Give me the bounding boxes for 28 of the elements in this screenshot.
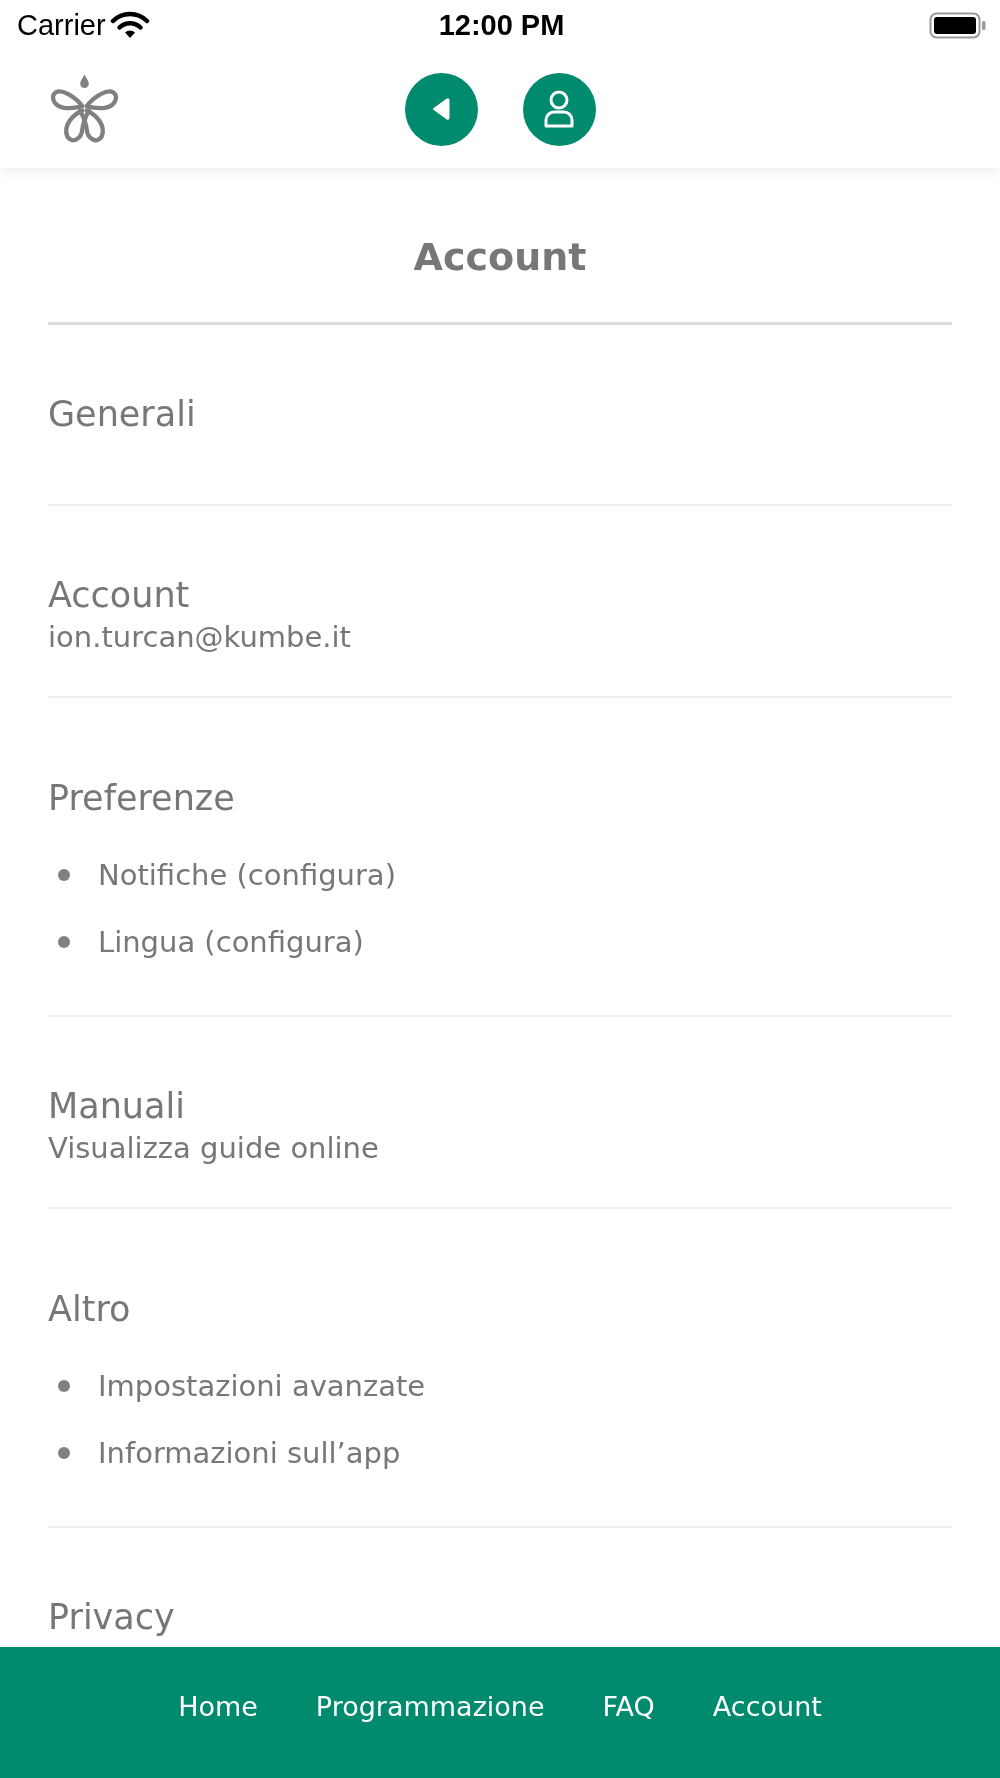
settings-link[interactable]: Lingua (configura) xyxy=(98,923,364,961)
nav-link[interactable]: FAQ xyxy=(602,1688,655,1726)
section-title: Privacy xyxy=(48,1596,176,1638)
bullet-icon xyxy=(58,1380,70,1392)
section-subtitle: ion.turcan@kumbe.it xyxy=(48,619,352,656)
section-subtitle: Visualizza guide online xyxy=(48,1130,380,1167)
section-title: Altro xyxy=(48,1288,132,1330)
nav-link[interactable]: Home xyxy=(178,1688,258,1726)
carrier-name: Carrier xyxy=(17,8,106,42)
settings-link[interactable]: Informazioni sull’app xyxy=(98,1434,401,1472)
left-triangle-icon xyxy=(432,97,450,121)
settings-link[interactable]: Impostazioni avanzate xyxy=(98,1367,426,1405)
settings-link[interactable]: Notifiche (configura) xyxy=(98,856,396,894)
section-title: Account xyxy=(48,574,191,616)
battery-icon xyxy=(929,11,986,39)
wifi-icon xyxy=(109,10,150,40)
bullet-icon xyxy=(58,936,70,948)
butterfly-icon xyxy=(48,73,121,145)
person-icon xyxy=(542,90,576,128)
section-title: Generali xyxy=(48,393,197,435)
nav-link[interactable]: Programmazione xyxy=(315,1688,545,1726)
bullet-icon xyxy=(58,869,70,881)
bullet-icon xyxy=(58,1447,70,1459)
section-title: Manuali xyxy=(48,1085,186,1127)
section-title: Preferenze xyxy=(48,777,236,819)
page-title: Account xyxy=(412,234,588,281)
status-time: 12:00 PM xyxy=(438,8,565,42)
nav-link[interactable]: Account xyxy=(712,1688,822,1726)
